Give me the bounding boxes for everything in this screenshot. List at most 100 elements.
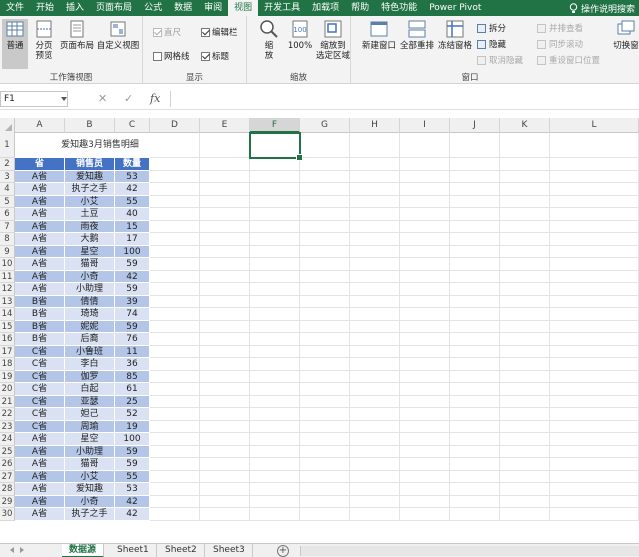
grid-cell[interactable] bbox=[300, 283, 350, 296]
column-header-C[interactable]: C bbox=[115, 118, 150, 133]
grid-cell[interactable] bbox=[500, 258, 550, 271]
grid-cell[interactable] bbox=[350, 470, 400, 483]
grid-cell[interactable] bbox=[250, 270, 300, 283]
grid-cell[interactable] bbox=[150, 483, 200, 496]
table-cell[interactable]: 42 bbox=[115, 495, 150, 508]
grid-cell[interactable] bbox=[450, 308, 500, 321]
grid-cell[interactable] bbox=[350, 220, 400, 233]
grid-cell[interactable] bbox=[350, 245, 400, 258]
table-cell[interactable]: 小奇 bbox=[65, 495, 115, 508]
table-cell[interactable]: A省 bbox=[15, 233, 65, 246]
grid-cell[interactable] bbox=[550, 433, 639, 446]
grid-cell[interactable] bbox=[500, 183, 550, 196]
grid-cell[interactable] bbox=[200, 220, 250, 233]
table-cell[interactable]: 39 bbox=[115, 295, 150, 308]
active-cell-selection[interactable] bbox=[249, 132, 303, 161]
grid-cell[interactable] bbox=[300, 445, 350, 458]
grid-cell[interactable] bbox=[150, 470, 200, 483]
grid-cell[interactable] bbox=[350, 133, 400, 158]
grid-cell[interactable] bbox=[350, 383, 400, 396]
grid-cell[interactable] bbox=[550, 308, 639, 321]
grid-cell[interactable] bbox=[350, 320, 400, 333]
row-header[interactable]: 17 bbox=[0, 345, 15, 358]
grid-cell[interactable] bbox=[250, 195, 300, 208]
grid-cell[interactable] bbox=[400, 495, 450, 508]
grid-cell[interactable] bbox=[450, 395, 500, 408]
grid-cell[interactable] bbox=[350, 308, 400, 321]
grid-cell[interactable] bbox=[200, 170, 250, 183]
grid-cell[interactable] bbox=[550, 195, 639, 208]
grid-cell[interactable] bbox=[550, 170, 639, 183]
worksheet-grid[interactable]: ABCDEFGHIJKL 1 爱知趣3月销售明细 2 省销售员 数量 3 A省 爱知趣 53 4 A… bbox=[0, 118, 639, 543]
table-cell[interactable]: 11 bbox=[115, 345, 150, 358]
grid-cell[interactable] bbox=[200, 495, 250, 508]
grid-cell[interactable] bbox=[400, 395, 450, 408]
ribbon-tab-3[interactable]: 页面布局 bbox=[90, 0, 138, 16]
grid-cell[interactable] bbox=[300, 220, 350, 233]
grid-cell[interactable] bbox=[400, 258, 450, 271]
grid-cell[interactable] bbox=[200, 133, 250, 158]
column-header-F[interactable]: F bbox=[250, 118, 300, 133]
zoom-100-button[interactable]: 100 100% bbox=[287, 19, 313, 51]
table-cell[interactable]: B省 bbox=[15, 308, 65, 321]
grid-cell[interactable] bbox=[150, 220, 200, 233]
grid-cell[interactable] bbox=[200, 395, 250, 408]
table-cell[interactable]: 85 bbox=[115, 370, 150, 383]
grid-cell[interactable] bbox=[400, 170, 450, 183]
grid-cell[interactable] bbox=[450, 345, 500, 358]
table-cell[interactable]: C省 bbox=[15, 383, 65, 396]
grid-cell[interactable] bbox=[350, 458, 400, 471]
grid-cell[interactable] bbox=[150, 183, 200, 196]
grid-cell[interactable] bbox=[150, 158, 200, 171]
formula-bar-checkbox[interactable]: 编辑栏 bbox=[201, 26, 238, 38]
grid-cell[interactable] bbox=[200, 195, 250, 208]
sheet-tab-0[interactable]: 数据源 bbox=[62, 544, 105, 557]
grid-cell[interactable] bbox=[200, 445, 250, 458]
row-header[interactable]: 26 bbox=[0, 458, 15, 471]
grid-cell[interactable] bbox=[150, 320, 200, 333]
grid-cell[interactable] bbox=[450, 433, 500, 446]
grid-cell[interactable] bbox=[300, 395, 350, 408]
grid-cell[interactable] bbox=[250, 258, 300, 271]
row-header[interactable]: 28 bbox=[0, 483, 15, 496]
grid-cell[interactable] bbox=[250, 458, 300, 471]
ribbon-tab-9[interactable]: 加载项 bbox=[306, 0, 345, 16]
ribbon-tab-12[interactable]: Power Pivot bbox=[423, 0, 487, 16]
table-cell[interactable]: 53 bbox=[115, 170, 150, 183]
grid-cell[interactable] bbox=[250, 420, 300, 433]
table-cell[interactable]: 52 bbox=[115, 408, 150, 421]
grid-cell[interactable] bbox=[500, 333, 550, 346]
row-header[interactable]: 20 bbox=[0, 383, 15, 396]
grid-cell[interactable] bbox=[550, 508, 639, 521]
grid-cell[interactable] bbox=[550, 458, 639, 471]
table-cell[interactable]: 执子之手 bbox=[65, 508, 115, 521]
table-cell[interactable]: C省 bbox=[15, 420, 65, 433]
grid-cell[interactable] bbox=[300, 295, 350, 308]
grid-cell[interactable] bbox=[550, 333, 639, 346]
table-cell[interactable]: A省 bbox=[15, 258, 65, 271]
grid-cell[interactable] bbox=[300, 233, 350, 246]
grid-cell[interactable] bbox=[350, 270, 400, 283]
grid-cell[interactable] bbox=[450, 483, 500, 496]
sheet-tab-2[interactable]: Sheet2 bbox=[158, 544, 205, 557]
column-header-J[interactable]: J bbox=[450, 118, 500, 133]
table-cell[interactable]: C省 bbox=[15, 408, 65, 421]
grid-cell[interactable] bbox=[400, 183, 450, 196]
grid-cell[interactable] bbox=[350, 370, 400, 383]
grid-cell[interactable] bbox=[200, 283, 250, 296]
table-cell[interactable]: C省 bbox=[15, 345, 65, 358]
row-header[interactable]: 8 bbox=[0, 233, 15, 246]
grid-cell[interactable] bbox=[550, 283, 639, 296]
table-cell[interactable]: 55 bbox=[115, 195, 150, 208]
grid-cell[interactable] bbox=[350, 420, 400, 433]
grid-cell[interactable] bbox=[300, 158, 350, 171]
grid-cell[interactable] bbox=[450, 458, 500, 471]
row-header[interactable]: 6 bbox=[0, 208, 15, 221]
grid-cell[interactable] bbox=[150, 358, 200, 371]
grid-cell[interactable] bbox=[450, 208, 500, 221]
table-cell[interactable]: A省 bbox=[15, 458, 65, 471]
grid-cell[interactable] bbox=[450, 283, 500, 296]
grid-cell[interactable] bbox=[300, 345, 350, 358]
insert-function-icon[interactable]: fx bbox=[150, 92, 160, 105]
grid-cell[interactable] bbox=[150, 408, 200, 421]
